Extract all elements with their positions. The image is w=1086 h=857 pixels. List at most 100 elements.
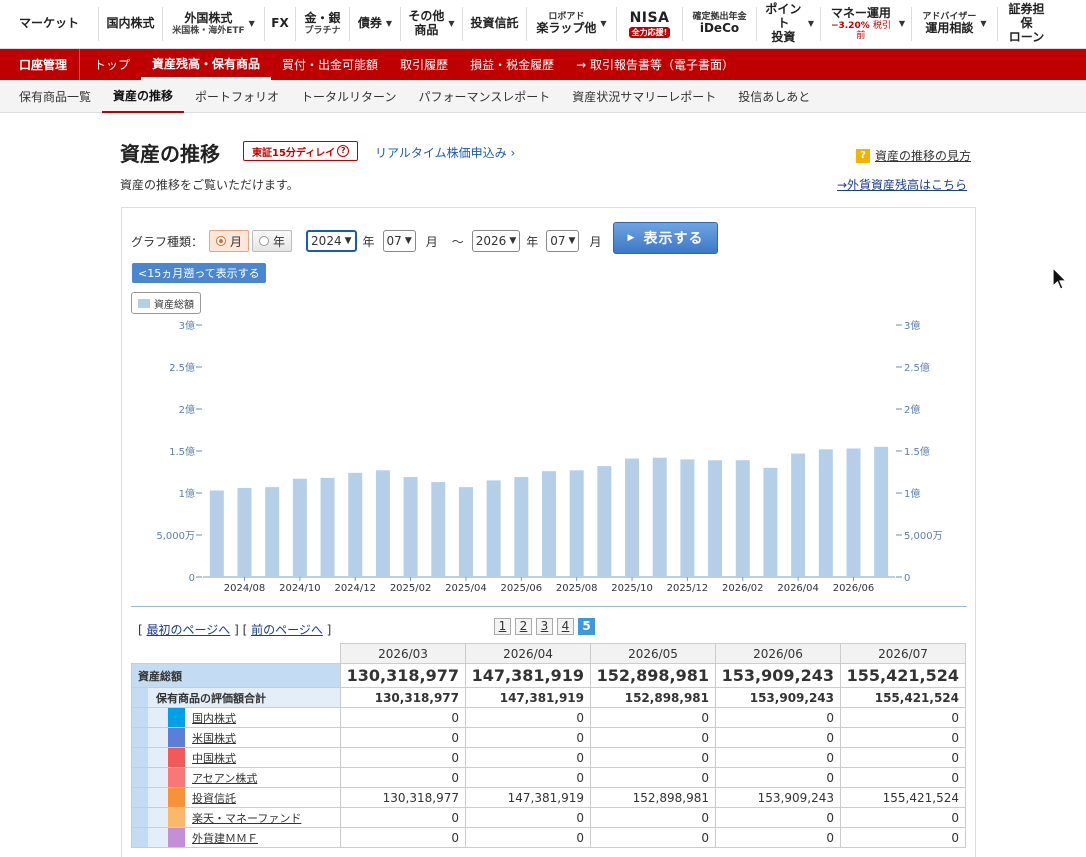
- tab-portfolio[interactable]: ポートフォリオ: [184, 80, 290, 113]
- tab-performance-report[interactable]: パフォーマンスレポート: [407, 80, 561, 113]
- nav-fx[interactable]: FX: [264, 7, 295, 41]
- chevron-down-icon: ▼: [385, 19, 393, 29]
- bar[interactable]: [486, 480, 501, 577]
- x-tick-label: 2025/06: [501, 583, 543, 594]
- bar[interactable]: [874, 446, 889, 577]
- page-5-button[interactable]: 5: [578, 618, 595, 635]
- bar[interactable]: [763, 467, 778, 577]
- back-15-months-button[interactable]: <15ヵ月遡って表示する: [132, 263, 266, 283]
- redbar-item-assets[interactable]: 資産残高・保有商品: [141, 49, 272, 80]
- y-tick-label-right: 2.5億: [904, 361, 930, 374]
- x-tick-label: 2024/12: [334, 583, 376, 594]
- table-row: 米国株式 0 0 0 0 0: [131, 727, 966, 748]
- nav-market[interactable]: マーケット: [0, 7, 98, 41]
- asset-value: 152,898,981: [590, 787, 716, 808]
- bar[interactable]: [458, 487, 473, 577]
- bar[interactable]: [625, 458, 640, 577]
- realtime-quote-link[interactable]: リアルタイム株価申込み ›: [375, 144, 515, 161]
- color-swatch: [168, 728, 185, 747]
- asset-class-link[interactable]: アセアン株式: [185, 768, 257, 787]
- page-title: 資産の推移: [120, 142, 220, 166]
- tab-summary-report[interactable]: 資産状況サマリーレポート: [561, 80, 727, 113]
- bar[interactable]: [652, 457, 667, 577]
- page-4-button[interactable]: 4: [557, 618, 574, 635]
- bar[interactable]: [735, 460, 750, 577]
- bar[interactable]: [569, 470, 584, 577]
- help-icon: ?: [856, 148, 870, 163]
- asset-class-link[interactable]: 中国株式: [185, 748, 236, 767]
- nav-funds[interactable]: 投資信託: [462, 7, 526, 41]
- nav-money-management[interactable]: マネー運用 −3.20% 税引前 ▼: [820, 6, 911, 41]
- bar[interactable]: [791, 453, 806, 577]
- nav-bonds[interactable]: 債券 ▼: [349, 7, 400, 41]
- nav-nisa[interactable]: NISA 全力応援!: [616, 7, 682, 41]
- tab-total-return[interactable]: トータルリターン: [290, 80, 407, 113]
- nav-domestic-stocks[interactable]: 国内株式: [98, 7, 162, 41]
- holdings-label-cell: 保有商品の評価額合計: [131, 687, 341, 708]
- tab-holdings-list[interactable]: 保有商品一覧: [8, 80, 102, 113]
- asset-class-link[interactable]: 外貨建ＭＭＦ: [185, 828, 258, 847]
- redbar-item-top[interactable]: トップ: [80, 49, 141, 80]
- redbar-item-reports[interactable]: → 取引報告書等（電子書面）: [565, 49, 745, 80]
- bar[interactable]: [597, 466, 612, 577]
- account-management-label[interactable]: 口座管理: [0, 49, 81, 80]
- asset-class-link[interactable]: 国内株式: [185, 708, 236, 727]
- redbar-item-buying-power[interactable]: 買付・出金可能額: [271, 49, 389, 80]
- holdings-label: 保有商品の評価額合計: [156, 691, 266, 705]
- asset-class-link[interactable]: 米国株式: [185, 728, 236, 747]
- graph-controls: グラフ種類： 月 年 2024 ▼ 年 07 ▼ 月 〜 2026 ▼ 年 07 ▼ 月: [131, 230, 609, 252]
- color-swatch: [168, 788, 185, 807]
- bar[interactable]: [708, 460, 723, 577]
- howto-link[interactable]: ? 資産の推移の見方: [856, 147, 971, 164]
- page-1-button[interactable]: 1: [494, 618, 511, 635]
- bar[interactable]: [542, 471, 556, 577]
- bar[interactable]: [818, 449, 833, 577]
- asset-value: 0: [340, 767, 466, 788]
- bar[interactable]: [348, 472, 363, 577]
- tab-asset-transition[interactable]: 資産の推移: [102, 80, 185, 113]
- nav-point-investment[interactable]: ポイント 投資 ▼: [756, 3, 820, 44]
- radio-month[interactable]: 月: [209, 230, 250, 252]
- prev-page-link[interactable]: 前のページへ: [251, 623, 323, 637]
- nav-robo-advisor[interactable]: ロボアド 楽ラップ他 ▼: [526, 7, 616, 41]
- bar[interactable]: [375, 470, 390, 577]
- tab-fund-footprint[interactable]: 投信あしあと: [727, 80, 821, 113]
- bar[interactable]: [403, 477, 418, 577]
- from-month-select[interactable]: 07 ▼: [382, 230, 416, 252]
- asset-value: 0: [715, 767, 841, 788]
- to-year-select[interactable]: 2026 ▼: [471, 230, 521, 252]
- nav-gold[interactable]: 金・銀 プラチナ: [295, 7, 349, 41]
- nav-other-products[interactable]: その他 商品 ▼: [400, 7, 462, 41]
- nav-adviser[interactable]: アドバイザー 運用相談 ▼: [911, 7, 997, 41]
- radio-year[interactable]: 年: [252, 230, 293, 252]
- page-3-button[interactable]: 3: [536, 618, 553, 635]
- nav-securities-loan[interactable]: 証券担保 ローン: [997, 3, 1055, 44]
- redbar-item-trade-history[interactable]: 取引履歴: [389, 49, 459, 80]
- asset-value: 0: [340, 827, 466, 848]
- bar[interactable]: [431, 482, 446, 577]
- page-2-button[interactable]: 2: [515, 618, 532, 635]
- asset-value: 0: [465, 727, 591, 748]
- global-nav: マーケット 国内株式 外国株式 米国株・海外ETF ▼ FX 金・銀 プラチナ 債券 ▼…: [0, 0, 1086, 49]
- redbar-item-pl-tax[interactable]: 損益・税金履歴: [459, 49, 565, 80]
- to-month-select[interactable]: 07 ▼: [546, 230, 580, 252]
- first-page-link[interactable]: 最初のページへ: [147, 623, 231, 637]
- bar[interactable]: [265, 487, 280, 577]
- chart-legend[interactable]: 資産総額: [131, 292, 201, 314]
- asset-class-link[interactable]: 投資信託: [185, 788, 236, 807]
- bar[interactable]: [292, 478, 307, 577]
- from-year-select[interactable]: 2024 ▼: [306, 230, 357, 252]
- bar[interactable]: [209, 490, 224, 577]
- nav-ideco[interactable]: 確定拠出年金 iDeCo: [682, 7, 756, 41]
- bar[interactable]: [237, 487, 252, 577]
- bar[interactable]: [680, 459, 695, 577]
- bar[interactable]: [320, 477, 335, 577]
- delay-badge[interactable]: 東証15分ディレイ?: [243, 141, 359, 161]
- asset-value: 0: [340, 747, 466, 768]
- foreign-currency-link[interactable]: →外貨資産残高はこちら: [837, 176, 967, 193]
- bar[interactable]: [846, 448, 861, 577]
- asset-class-link[interactable]: 楽天・マネーファンド: [185, 808, 301, 827]
- bar[interactable]: [514, 477, 529, 577]
- show-button[interactable]: ▶ 表示する: [613, 222, 718, 254]
- nav-foreign-stocks[interactable]: 外国株式 米国株・海外ETF ▼: [162, 7, 264, 41]
